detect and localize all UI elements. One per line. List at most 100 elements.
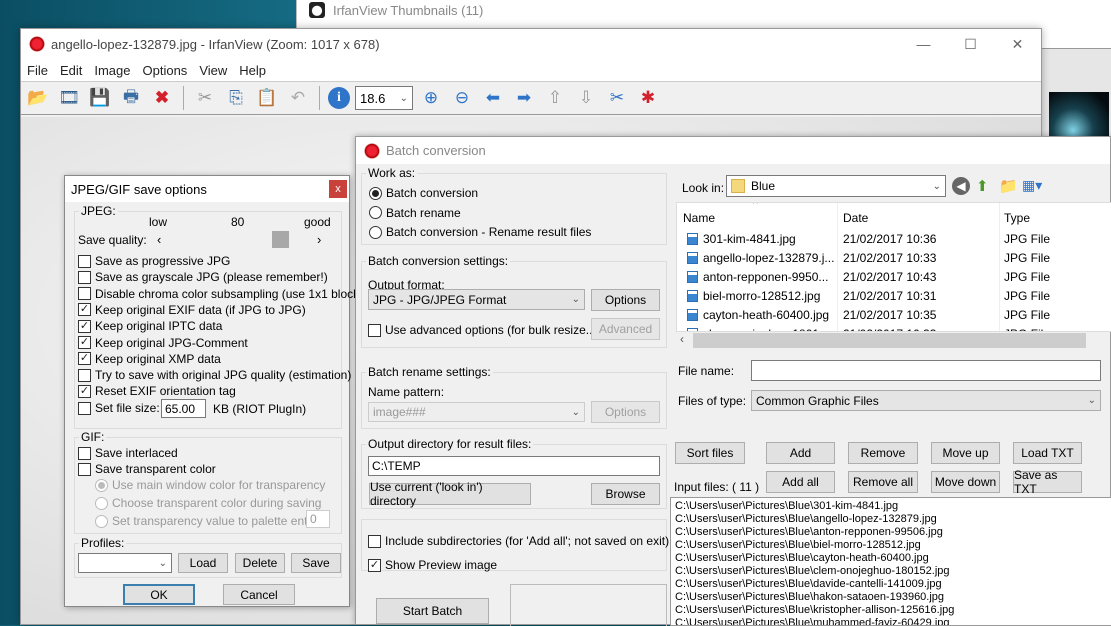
profile-save-button[interactable]: Save bbox=[291, 553, 341, 573]
add-button[interactable]: Add bbox=[766, 442, 835, 464]
set-file-size-checkbox[interactable] bbox=[78, 401, 91, 415]
rename-options-button[interactable]: Options bbox=[591, 401, 660, 423]
scroll-left-icon[interactable]: ‹ bbox=[680, 332, 684, 346]
input-file-item[interactable]: C:\Users\user\Pictures\Blue\biel-morro-1… bbox=[675, 539, 1107, 552]
transparency-radio[interactable] bbox=[95, 478, 108, 492]
ok-button[interactable]: OK bbox=[123, 584, 195, 605]
jpeg-option-checkbox[interactable] bbox=[78, 254, 91, 268]
input-file-item[interactable]: C:\Users\user\Pictures\Blue\angello-lope… bbox=[675, 513, 1107, 526]
use-current-directory-button[interactable]: Use current ('look in') directory bbox=[369, 480, 531, 508]
minimize-button[interactable]: — bbox=[900, 29, 947, 59]
slideshow-icon[interactable]: 🎞 bbox=[56, 85, 82, 111]
jpeg-option-checkbox[interactable]: ✓ bbox=[78, 352, 91, 366]
input-file-item[interactable]: C:\Users\user\Pictures\Blue\davide-cante… bbox=[675, 578, 1107, 591]
advanced-options-checkbox[interactable] bbox=[368, 323, 381, 337]
menu-options[interactable]: Options bbox=[143, 63, 196, 78]
horizontal-scrollbar[interactable]: ‹ bbox=[676, 332, 1087, 349]
open-icon[interactable]: 📂 bbox=[25, 85, 51, 111]
profile-select[interactable]: ⌄ bbox=[78, 553, 172, 573]
next-icon[interactable]: ➡ bbox=[511, 85, 537, 111]
transparency-radio[interactable] bbox=[95, 496, 108, 510]
jpeg-option-checkbox[interactable]: ✓ bbox=[78, 384, 91, 398]
format-options-button[interactable]: Options bbox=[591, 289, 660, 311]
undo-icon[interactable]: ↶ bbox=[285, 85, 311, 111]
column-header-name[interactable]: Name bbox=[683, 211, 715, 225]
name-pattern-select[interactable]: image### ⌄ bbox=[368, 402, 585, 422]
input-file-item[interactable]: C:\Users\user\Pictures\Blue\anton-reppon… bbox=[675, 526, 1107, 539]
copy-icon[interactable]: ⎘ bbox=[223, 85, 249, 111]
column-header-type[interactable]: Type bbox=[1004, 211, 1030, 225]
remove-all-button[interactable]: Remove all bbox=[848, 471, 918, 493]
jpeg-option-checkbox[interactable]: ✓ bbox=[78, 319, 91, 333]
menu-edit[interactable]: Edit bbox=[60, 63, 90, 78]
files-of-type-select[interactable]: Common Graphic Files ⌄ bbox=[751, 390, 1101, 411]
new-folder-icon[interactable]: 📁 bbox=[999, 177, 1018, 195]
move-up-icon[interactable]: ⇧ bbox=[542, 85, 568, 111]
menu-view[interactable]: View bbox=[199, 63, 235, 78]
close-button[interactable]: ✕ bbox=[994, 29, 1041, 59]
quality-slider-thumb[interactable] bbox=[272, 231, 290, 248]
input-file-item[interactable]: C:\Users\user\Pictures\Blue\301-kim-4841… bbox=[675, 500, 1107, 513]
close-icon[interactable]: x bbox=[329, 180, 347, 198]
thumbnail-image[interactable] bbox=[1049, 92, 1109, 140]
save-as-txt-button[interactable]: Save as TXT bbox=[1013, 468, 1082, 496]
zoom-in-icon[interactable]: ⊕ bbox=[418, 85, 444, 111]
start-batch-button[interactable]: Start Batch bbox=[376, 598, 489, 624]
work-as-radio[interactable] bbox=[369, 206, 382, 219]
file-row[interactable]: anton-repponen-9950... 21/02/2017 10:43 JP… bbox=[677, 267, 1111, 286]
include-subdirs-checkbox[interactable] bbox=[368, 534, 381, 548]
input-file-item[interactable]: C:\Users\user\Pictures\Blue\clem-onojegh… bbox=[675, 565, 1107, 578]
jpeg-option-checkbox[interactable] bbox=[78, 270, 91, 284]
transparency-radio[interactable] bbox=[95, 514, 108, 528]
cancel-button[interactable]: Cancel bbox=[223, 584, 295, 605]
remove-button[interactable]: Remove bbox=[848, 442, 918, 464]
column-header-date[interactable]: Date bbox=[843, 211, 868, 225]
up-folder-icon[interactable]: ⬆ bbox=[976, 177, 989, 195]
scrollbar-thumb[interactable] bbox=[693, 333, 1086, 348]
file-row[interactable]: 301-kim-4841.jpg 21/02/2017 10:36 JPG File bbox=[677, 229, 1111, 248]
gif-option-checkbox[interactable] bbox=[78, 462, 91, 476]
menu-help[interactable]: Help bbox=[239, 63, 274, 78]
move-down-button[interactable]: Move down bbox=[931, 471, 1000, 493]
move-down-icon[interactable]: ⇩ bbox=[573, 85, 599, 111]
menu-image[interactable]: Image bbox=[94, 63, 138, 78]
palette-entry-input[interactable]: 0 bbox=[306, 510, 330, 528]
jpeg-option-checkbox[interactable]: ✓ bbox=[78, 303, 91, 317]
input-file-item[interactable]: C:\Users\user\Pictures\Blue\hakon-sataoe… bbox=[675, 591, 1107, 604]
zoom-out-icon[interactable]: ⊖ bbox=[449, 85, 475, 111]
advanced-button[interactable]: Advanced bbox=[591, 318, 660, 340]
slider-right-arrow[interactable]: › bbox=[317, 232, 321, 247]
add-all-button[interactable]: Add all bbox=[766, 471, 835, 493]
input-files-list[interactable]: C:\Users\user\Pictures\Blue\301-kim-4841… bbox=[670, 497, 1111, 626]
print-icon[interactable]: 🖶 bbox=[118, 85, 144, 111]
menu-file[interactable]: File bbox=[27, 63, 56, 78]
output-format-select[interactable]: JPG - JPG/JPEG Format ⌄ bbox=[368, 289, 585, 310]
quality-slider[interactable] bbox=[169, 231, 315, 248]
maximize-button[interactable]: ☐ bbox=[947, 29, 994, 59]
batch-conversion-dialog[interactable]: Batch conversion Work as: Batch conversi… bbox=[355, 136, 1111, 626]
file-name-input[interactable] bbox=[751, 360, 1101, 381]
delete-icon[interactable]: ✖ bbox=[149, 85, 175, 111]
paste-icon[interactable]: 📋 bbox=[254, 85, 280, 111]
gif-option-checkbox[interactable] bbox=[78, 446, 91, 460]
profile-delete-button[interactable]: Delete bbox=[235, 553, 285, 573]
file-row[interactable]: angello-lopez-132879.j... 21/02/2017 10:3… bbox=[677, 248, 1111, 267]
file-row[interactable]: cayton-heath-60400.jpg 21/02/2017 10:35 JP… bbox=[677, 305, 1111, 324]
move-up-button[interactable]: Move up bbox=[931, 442, 1000, 464]
jpeg-option-checkbox[interactable] bbox=[78, 368, 91, 382]
load-txt-button[interactable]: Load TXT bbox=[1013, 442, 1082, 464]
input-file-item[interactable]: C:\Users\user\Pictures\Blue\cayton-heath… bbox=[675, 552, 1107, 565]
file-row[interactable]: clem-onojeghuo-1801...21/02/2017 10:33JP… bbox=[677, 324, 1111, 331]
file-browser-list[interactable]: ^ Name Date Type 301-kim-4841.jpg 21/02/2… bbox=[676, 202, 1111, 332]
browse-button[interactable]: Browse bbox=[591, 483, 660, 505]
previous-icon[interactable]: ⬅ bbox=[480, 85, 506, 111]
jpeg-option-checkbox[interactable] bbox=[78, 287, 91, 301]
input-file-item[interactable]: C:\Users\user\Pictures\Blue\kristopher-a… bbox=[675, 604, 1107, 617]
slider-left-arrow[interactable]: ‹ bbox=[157, 232, 161, 247]
info-icon[interactable]: i bbox=[328, 87, 350, 109]
work-as-radio[interactable] bbox=[369, 225, 382, 239]
file-row[interactable]: biel-morro-128512.jpg 21/02/2017 10:31 JPG… bbox=[677, 286, 1111, 305]
jpeg-option-checkbox[interactable]: ✓ bbox=[78, 336, 91, 349]
sort-files-button[interactable]: Sort files bbox=[675, 442, 745, 464]
show-preview-checkbox[interactable]: ✓ bbox=[368, 558, 381, 572]
